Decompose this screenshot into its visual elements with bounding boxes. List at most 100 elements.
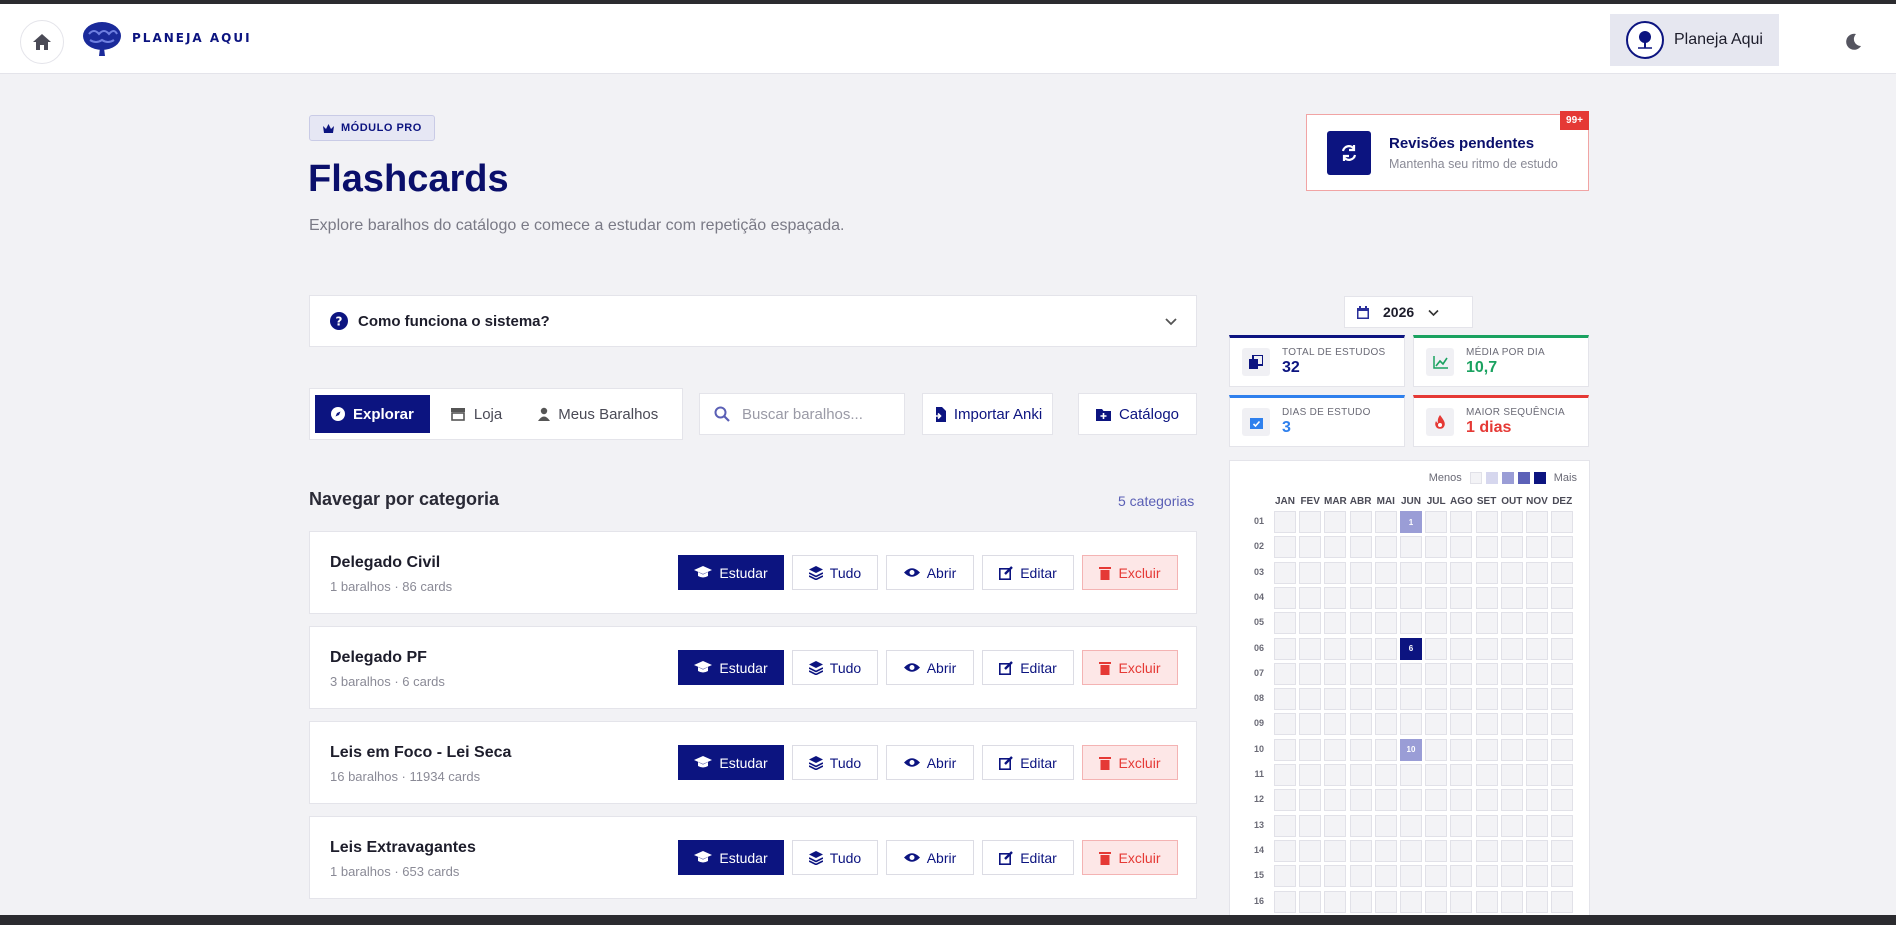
heatmap-cell[interactable]: [1551, 865, 1574, 888]
delete-button[interactable]: Excluir: [1082, 745, 1178, 780]
all-button[interactable]: Tudo: [792, 745, 878, 780]
heatmap-cell[interactable]: [1425, 561, 1448, 584]
heatmap-cell[interactable]: [1450, 637, 1473, 660]
heatmap-cell[interactable]: [1425, 890, 1448, 913]
heatmap-cell[interactable]: [1349, 865, 1372, 888]
heatmap-cell[interactable]: [1299, 688, 1322, 711]
heatmap-cell[interactable]: [1425, 536, 1448, 559]
heatmap-cell[interactable]: [1450, 789, 1473, 812]
heatmap-cell[interactable]: [1374, 713, 1397, 736]
open-button[interactable]: Abrir: [886, 840, 974, 875]
heatmap-cell[interactable]: [1349, 612, 1372, 635]
delete-button[interactable]: Excluir: [1082, 840, 1178, 875]
heatmap-cell[interactable]: [1500, 865, 1523, 888]
heatmap-cell[interactable]: [1500, 586, 1523, 609]
heatmap-cell[interactable]: [1299, 738, 1322, 761]
heatmap-cell[interactable]: [1425, 814, 1448, 837]
heatmap-cell[interactable]: [1349, 789, 1372, 812]
heatmap-cell[interactable]: [1324, 865, 1347, 888]
heatmap-cell[interactable]: [1374, 890, 1397, 913]
heatmap-cell[interactable]: [1450, 688, 1473, 711]
heatmap-cell[interactable]: [1374, 814, 1397, 837]
heatmap-cell[interactable]: [1400, 612, 1422, 635]
heatmap-cell[interactable]: [1324, 662, 1347, 685]
heatmap-cell[interactable]: [1349, 814, 1372, 837]
heatmap-cell[interactable]: [1374, 637, 1397, 660]
heatmap-cell[interactable]: [1324, 764, 1347, 786]
study-button[interactable]: Estudar: [678, 650, 784, 685]
heatmap-cell[interactable]: [1274, 890, 1296, 913]
tab-explorar[interactable]: Explorar: [315, 395, 430, 433]
heatmap-cell[interactable]: [1274, 662, 1296, 685]
heatmap-cell[interactable]: [1274, 536, 1296, 559]
heatmap-cell[interactable]: [1526, 713, 1548, 736]
heatmap-cell[interactable]: [1299, 764, 1322, 786]
app-logo[interactable]: PLANEJA AQUI: [80, 18, 252, 58]
heatmap-cell[interactable]: [1551, 814, 1574, 837]
heatmap-cell[interactable]: [1324, 789, 1347, 812]
all-button[interactable]: Tudo: [792, 555, 878, 590]
year-select[interactable]: 2026: [1344, 296, 1473, 328]
heatmap-cell[interactable]: [1475, 536, 1498, 559]
heatmap-cell[interactable]: [1425, 789, 1448, 812]
heatmap-cell[interactable]: [1551, 789, 1574, 812]
open-button[interactable]: Abrir: [886, 745, 974, 780]
heatmap-cell[interactable]: [1374, 586, 1397, 609]
heatmap-cell[interactable]: [1425, 637, 1448, 660]
heatmap-cell[interactable]: [1274, 637, 1296, 660]
heatmap-cell[interactable]: [1551, 511, 1574, 533]
heatmap-cell[interactable]: [1526, 890, 1548, 913]
heatmap-cell[interactable]: [1324, 688, 1347, 711]
theme-toggle[interactable]: [1833, 22, 1873, 62]
delete-button[interactable]: Excluir: [1082, 650, 1178, 685]
heatmap-cell[interactable]: [1526, 789, 1548, 812]
heatmap-cell[interactable]: [1500, 561, 1523, 584]
heatmap-cell[interactable]: [1425, 738, 1448, 761]
heatmap-cell[interactable]: 10: [1400, 738, 1422, 761]
heatmap-cell[interactable]: [1274, 612, 1296, 635]
heatmap-cell[interactable]: [1450, 612, 1473, 635]
heatmap-cell[interactable]: [1425, 612, 1448, 635]
heatmap-cell[interactable]: [1400, 890, 1422, 913]
heatmap-cell[interactable]: [1526, 637, 1548, 660]
heatmap-cell[interactable]: 1: [1400, 511, 1422, 533]
heatmap-cell[interactable]: [1475, 839, 1498, 862]
heatmap-cell[interactable]: [1374, 511, 1397, 533]
category-count[interactable]: 5 categorias: [1118, 493, 1194, 509]
heatmap-cell[interactable]: [1450, 814, 1473, 837]
heatmap-cell[interactable]: [1349, 713, 1372, 736]
heatmap-cell[interactable]: [1299, 536, 1322, 559]
heatmap-cell[interactable]: [1324, 839, 1347, 862]
heatmap-cell[interactable]: [1425, 839, 1448, 862]
all-button[interactable]: Tudo: [792, 650, 878, 685]
delete-button[interactable]: Excluir: [1082, 555, 1178, 590]
edit-button[interactable]: Editar: [982, 650, 1074, 685]
heatmap-cell[interactable]: [1400, 536, 1422, 559]
edit-button[interactable]: Editar: [982, 840, 1074, 875]
heatmap-cell[interactable]: [1526, 688, 1548, 711]
heatmap-cell[interactable]: [1475, 713, 1498, 736]
heatmap-cell[interactable]: [1274, 511, 1296, 533]
heatmap-cell[interactable]: [1500, 814, 1523, 837]
heatmap-cell[interactable]: [1475, 890, 1498, 913]
heatmap-cell[interactable]: [1274, 713, 1296, 736]
heatmap-cell[interactable]: [1374, 612, 1397, 635]
heatmap-cell[interactable]: [1425, 764, 1448, 786]
heatmap-cell[interactable]: [1374, 738, 1397, 761]
heatmap-cell[interactable]: [1324, 713, 1347, 736]
heatmap-cell[interactable]: [1324, 511, 1347, 533]
import-anki-button[interactable]: Importar Anki: [922, 393, 1053, 435]
heatmap-cell[interactable]: [1551, 612, 1574, 635]
heatmap-cell[interactable]: [1299, 713, 1322, 736]
heatmap-cell[interactable]: [1526, 561, 1548, 584]
heatmap-cell[interactable]: [1425, 688, 1448, 711]
heatmap-cell[interactable]: [1500, 536, 1523, 559]
heatmap-cell[interactable]: [1400, 586, 1422, 609]
heatmap-cell[interactable]: [1475, 586, 1498, 609]
heatmap-cell[interactable]: [1299, 662, 1322, 685]
faq-accordion[interactable]: ? Como funciona o sistema?: [309, 295, 1197, 347]
heatmap-cell[interactable]: [1400, 839, 1422, 862]
heatmap-cell[interactable]: [1551, 688, 1574, 711]
heatmap-cell[interactable]: [1324, 561, 1347, 584]
search-box[interactable]: [699, 393, 905, 435]
